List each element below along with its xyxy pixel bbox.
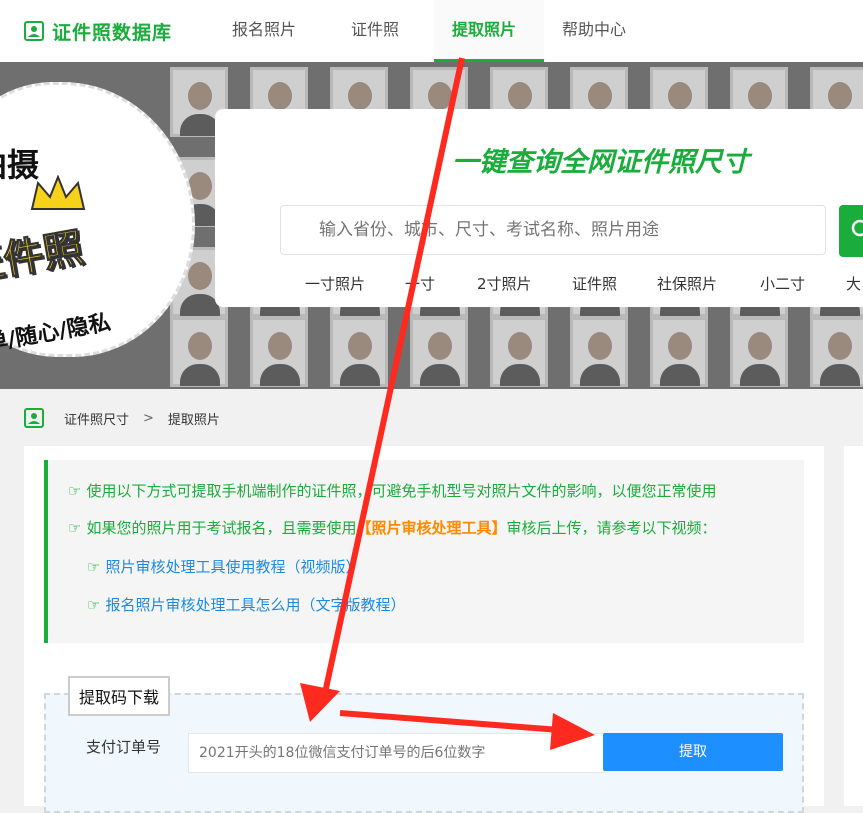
search-card: 一键查询全网证件照尺寸 一寸照片 一寸 2寸照片 证件照 社保照片 小二寸 大: [215, 109, 863, 307]
side-panel: [844, 446, 863, 806]
portrait-face: [588, 332, 612, 360]
hero-banner: 机拍摄 制作 证件照 简单/随心/隐私 一键查询全网证件照尺寸 一寸照片 一寸 …: [0, 62, 863, 389]
portrait-face: [748, 82, 772, 110]
main-panel: ☞ 使用以下方式可提取手机端制作的证件照，可避免手机型号对照片文件的影响，以便您正…: [24, 446, 824, 813]
promo-line-3: 证件照: [0, 224, 87, 292]
portrait-tile: [810, 317, 863, 387]
portrait-body: [420, 364, 460, 386]
portrait-face: [348, 332, 372, 360]
breadcrumb-separator: >: [143, 410, 154, 426]
notice-text: 使用以下方式可提取手机端制作的证件照，可避免手机型号对照片文件的影响，以便您正常…: [86, 482, 717, 500]
hot-tag[interactable]: 一寸照片: [305, 273, 365, 294]
portrait-tile: [650, 317, 708, 387]
portrait-face: [268, 82, 292, 110]
link-text[interactable]: 照片审核处理工具使用教程（视频版）: [105, 558, 360, 576]
order-number-input[interactable]: [188, 733, 605, 773]
portrait-face: [188, 262, 212, 290]
portrait-face: [508, 332, 532, 360]
portrait-face: [588, 82, 612, 110]
portrait-face: [268, 332, 292, 360]
portrait-tile: [170, 317, 228, 387]
notice-line-1: ☞ 使用以下方式可提取手机端制作的证件照，可避免手机型号对照片文件的影响，以便您正…: [68, 480, 716, 501]
hot-tag[interactable]: 证件照: [572, 273, 617, 294]
portrait-body: [740, 364, 780, 386]
brand-name: 证件照数据库: [52, 21, 173, 44]
breadcrumb: 证件照尺寸 > 提取照片: [24, 406, 220, 430]
crown-icon: [30, 175, 86, 210]
pointing-hand-icon: ☞: [68, 519, 82, 537]
hot-tag[interactable]: 大: [846, 273, 861, 294]
portrait-face: [748, 332, 772, 360]
portrait-tile: [250, 317, 308, 387]
portrait-tile: [490, 317, 548, 387]
nav-item-extract-photo[interactable]: 提取照片: [434, 0, 544, 62]
portrait-body: [180, 114, 220, 136]
portrait-face: [428, 82, 452, 110]
promo-badge: 机拍摄 制作 证件照 简单/随心/隐私: [0, 82, 195, 361]
portrait-body: [820, 364, 860, 386]
breadcrumb-current: 提取照片: [167, 412, 220, 428]
id-card-icon: [24, 21, 44, 41]
portrait-tile: [410, 317, 468, 387]
extract-code-section: 提取码下载 支付订单号 提取: [44, 676, 804, 813]
breadcrumb-item[interactable]: 证件照尺寸: [64, 409, 129, 428]
portrait-face: [348, 82, 372, 110]
tool-highlight: 【照片审核处理工具】: [356, 519, 507, 537]
hot-tag[interactable]: 社保照片: [657, 273, 717, 294]
hot-tag[interactable]: 2寸照片: [477, 273, 532, 294]
portrait-face: [188, 332, 212, 360]
portrait-tile: [730, 317, 788, 387]
portrait-face: [668, 82, 692, 110]
hot-tag[interactable]: 小二寸: [760, 273, 805, 294]
promo-line-4: 简单/随心/隐私: [0, 310, 113, 361]
portrait-body: [660, 364, 700, 386]
portrait-body: [340, 364, 380, 386]
notice-text: 审核后上传，请参考以下视频：: [506, 519, 717, 537]
link-text[interactable]: 报名照片审核处理工具怎么用（文字版教程）: [105, 596, 405, 614]
pointing-hand-icon: ☞: [68, 482, 82, 500]
nav-item-help-center[interactable]: 帮助中心: [562, 0, 626, 62]
portrait-face: [828, 332, 852, 360]
portrait-tile: [330, 317, 388, 387]
nav-item-signup-photo[interactable]: 报名照片: [232, 0, 296, 62]
notice-box: ☞ 使用以下方式可提取手机端制作的证件照，可避免手机型号对照片文件的影响，以便您正…: [44, 460, 804, 643]
notice-text: 如果您的照片用于考试报名，且需要使用: [86, 519, 357, 537]
text-tutorial-link[interactable]: ☞ 报名照片审核处理工具怎么用（文字版教程）: [87, 594, 405, 615]
portrait-face: [828, 82, 852, 110]
id-card-icon: [24, 408, 44, 428]
video-tutorial-link[interactable]: ☞ 照片审核处理工具使用教程（视频版）: [87, 556, 360, 577]
portrait-body: [180, 294, 220, 316]
hot-tags: 一寸照片 一寸 2寸照片 证件照 社保照片 小二寸 大: [215, 109, 863, 307]
portrait-tile: [570, 317, 628, 387]
portrait-body: [500, 364, 540, 386]
portrait-face: [508, 82, 532, 110]
pointing-hand-icon: ☞: [87, 558, 101, 576]
order-number-label: 支付订单号: [86, 738, 162, 756]
section-title: 提取码下载: [68, 676, 171, 716]
extract-button[interactable]: 提取: [603, 733, 783, 771]
portrait-face: [188, 82, 212, 110]
portrait-face: [428, 332, 452, 360]
brand-logo[interactable]: 证件照数据库: [24, 16, 172, 46]
top-nav: 证件照数据库 报名照片 证件照 提取照片 帮助中心: [0, 0, 863, 62]
portrait-body: [580, 364, 620, 386]
portrait-face: [668, 332, 692, 360]
hot-tag[interactable]: 一寸: [405, 273, 435, 294]
nav-item-id-photo[interactable]: 证件照: [351, 0, 399, 62]
portrait-body: [180, 364, 220, 386]
notice-line-2: ☞ 如果您的照片用于考试报名，且需要使用【照片审核处理工具】审核后上传，请参考以下…: [68, 517, 717, 538]
pointing-hand-icon: ☞: [87, 596, 101, 614]
portrait-body: [260, 364, 300, 386]
